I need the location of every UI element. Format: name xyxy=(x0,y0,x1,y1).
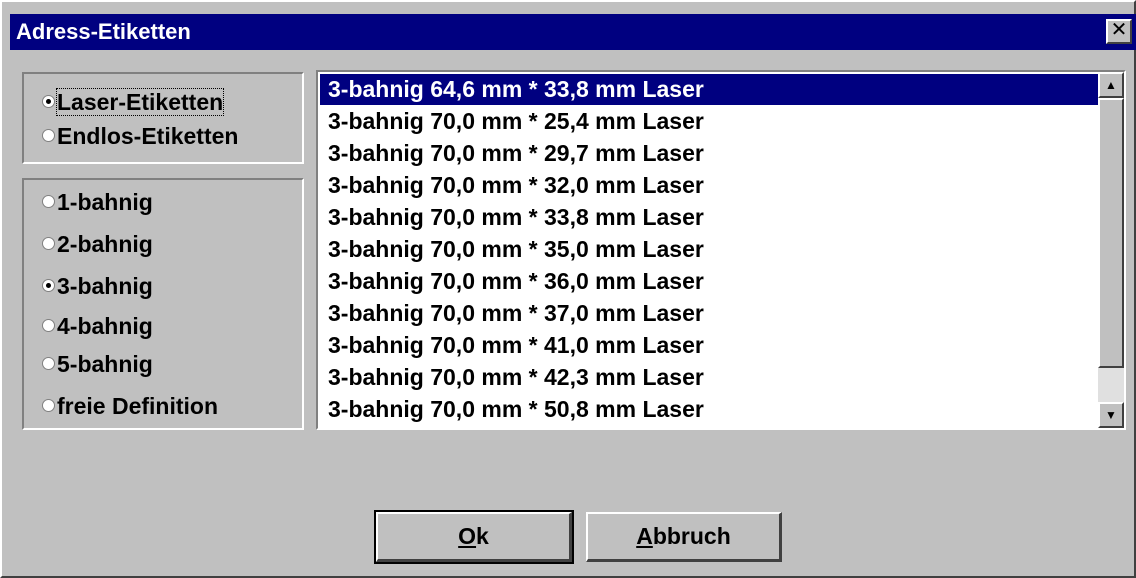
scroll-thumb[interactable] xyxy=(1098,98,1124,368)
radio-dot-icon xyxy=(42,279,55,293)
ok-mnemonic: O xyxy=(458,523,477,549)
list-item[interactable]: 3-bahnig 70,0 mm * 37,0 mm Laser xyxy=(320,298,1100,329)
radio-label: 1-bahnig xyxy=(57,189,153,215)
list-item[interactable]: 3-bahnig 70,0 mm * 29,7 mm Laser xyxy=(320,138,1100,169)
close-icon: ✕ xyxy=(1110,19,1128,41)
radio-label: 3-bahnig xyxy=(57,273,153,299)
down-arrow-icon: ▼ xyxy=(1105,408,1117,422)
radio-label: Endlos-Etiketten xyxy=(57,123,239,149)
list-item[interactable]: 3-bahnig 70,0 mm * 33,8 mm Laser xyxy=(320,202,1100,233)
list-item[interactable]: 3-bahnig 64,6 mm * 33,8 mm Laser xyxy=(320,74,1100,105)
vertical-scrollbar[interactable]: ▲ ▼ xyxy=(1098,72,1124,428)
radio-dot-icon xyxy=(42,357,55,371)
cancel-button[interactable]: Abbruch xyxy=(586,512,782,562)
ok-button[interactable]: Ok xyxy=(374,510,574,564)
list-item[interactable]: 3-bahnig 70,0 mm * 36,0 mm Laser xyxy=(320,266,1100,297)
dialog-window: Adress-Etiketten ✕ Laser-Etiketten Endlo… xyxy=(0,0,1136,578)
list-item[interactable]: 3-bahnig 70,0 mm * 42,3 mm Laser xyxy=(320,362,1100,393)
cancel-label: bbruch xyxy=(652,523,731,549)
radio-2-bahnig[interactable]: 2-bahnig xyxy=(42,228,153,260)
radio-freie-definition[interactable]: freie Definition xyxy=(42,390,218,422)
list-item[interactable]: 3-bahnig 70,0 mm * 32,0 mm Laser xyxy=(320,170,1100,201)
close-button[interactable]: ✕ xyxy=(1106,19,1132,44)
radio-endlos-etiketten[interactable]: Endlos-Etiketten xyxy=(42,120,238,152)
up-arrow-icon: ▲ xyxy=(1105,78,1117,92)
radio-dot-icon xyxy=(42,399,55,413)
radio-label: 2-bahnig xyxy=(57,231,153,257)
window-title: Adress-Etiketten xyxy=(16,19,191,44)
radio-1-bahnig[interactable]: 1-bahnig xyxy=(42,186,153,218)
radio-label: 4-bahnig xyxy=(57,313,153,339)
format-listbox[interactable]: 3-bahnig 64,6 mm * 33,8 mm Laser 3-bahni… xyxy=(316,70,1126,430)
radio-dot-icon xyxy=(42,95,55,109)
ok-label: k xyxy=(476,523,489,549)
list-item[interactable]: 3-bahnig 70,0 mm * 35,0 mm Laser xyxy=(320,234,1100,265)
radio-label: freie Definition xyxy=(57,393,219,419)
radio-4-bahnig[interactable]: 4-bahnig xyxy=(42,310,153,342)
radio-3-bahnig[interactable]: 3-bahnig xyxy=(42,270,153,302)
columns-group: 1-bahnig 2-bahnig 3-bahnig 4-bahnig 5-ba… xyxy=(22,178,304,430)
scroll-up-button[interactable]: ▲ xyxy=(1098,72,1124,98)
radio-laser-etiketten[interactable]: Laser-Etiketten xyxy=(42,86,225,118)
title-bar: Adress-Etiketten ✕ xyxy=(10,14,1136,50)
list-item[interactable]: 3-bahnig 70,0 mm * 25,4 mm Laser xyxy=(320,106,1100,137)
radio-dot-icon xyxy=(42,319,55,333)
cancel-mnemonic: A xyxy=(636,523,653,549)
list-item[interactable]: 3-bahnig 70,0 mm * 41,0 mm Laser xyxy=(320,330,1100,361)
label-type-group: Laser-Etiketten Endlos-Etiketten xyxy=(22,72,304,164)
radio-label: Laser-Etiketten xyxy=(55,88,225,116)
radio-5-bahnig[interactable]: 5-bahnig xyxy=(42,348,153,380)
radio-dot-icon xyxy=(42,237,55,251)
list-item[interactable]: 3-bahnig 70,0 mm * 50,8 mm Laser xyxy=(320,394,1100,425)
scroll-down-button[interactable]: ▼ xyxy=(1098,402,1124,428)
radio-dot-icon xyxy=(42,195,55,209)
radio-dot-icon xyxy=(42,129,55,143)
radio-label: 5-bahnig xyxy=(57,351,153,377)
